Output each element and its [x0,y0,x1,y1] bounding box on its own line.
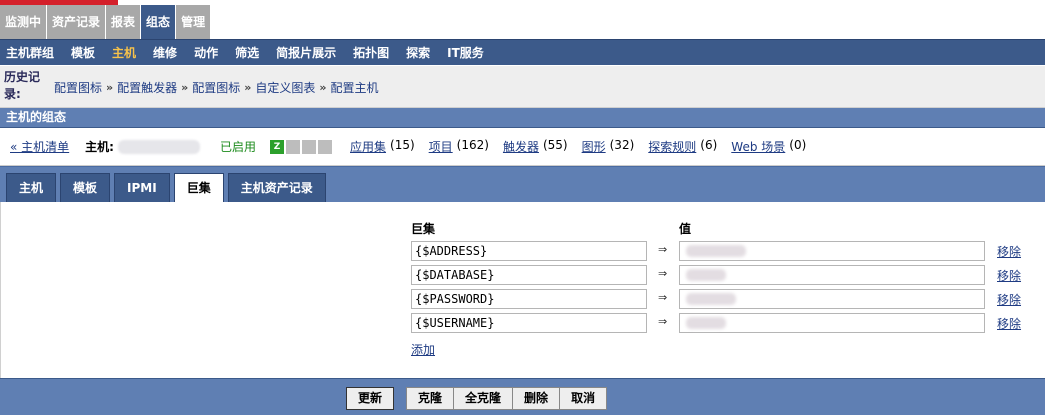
breadcrumb-separator: » [244,81,252,94]
top-menu-monitoring[interactable]: 监测中 [0,5,48,39]
host-list-link[interactable]: « 主机清单 [10,138,69,155]
breadcrumb: 配置图标 » 配置触发器 » 配置图标 » 自定义图表 » 配置主机 [54,79,379,96]
page-title: 主机的组态 [0,108,1045,128]
web-scenarios-link[interactable]: Web 场景 [731,138,785,155]
top-menu-inventory[interactable]: 资产记录 [47,5,107,39]
sub-menu-hosts[interactable]: 主机 [112,44,136,61]
graphs-link[interactable]: 图形 [582,138,606,155]
top-menu-administration[interactable]: 管理 [176,5,212,39]
form-footer: 更新 克隆 全克隆 删除 取消 [0,378,1045,415]
sub-menu: 主机群组 模板 主机 维修 动作 筛选 简报片展示 拓扑图 探索 IT服务 [0,39,1045,65]
macro-row: ⇒ 移除 [411,289,1036,309]
sub-menu-discovery[interactable]: 探索 [406,44,430,61]
macro-row: ⇒ 移除 [411,313,1036,333]
availability-indicators: Z [270,139,334,154]
triggers-count: (55) [542,138,568,152]
breadcrumb-separator: » [181,81,189,94]
host-info-bar: « 主机清单 主机: 已启用 Z 应用集 (15) 项目 (162) 触发器 (55)… [0,128,1045,166]
status-badge: 已启用 [219,140,256,154]
value-redacted [686,245,746,257]
discovery-rules-link[interactable]: 探索规则 [648,138,696,155]
macro-name-input[interactable] [411,265,647,285]
macro-value-input[interactable] [679,289,985,309]
sub-menu-templates[interactable]: 模板 [71,44,95,61]
update-button[interactable]: 更新 [346,387,395,410]
host-name-redacted [117,139,200,154]
clone-button[interactable]: 克隆 [406,387,454,410]
items-link[interactable]: 项目 [429,138,453,155]
breadcrumb-separator: » [319,81,327,94]
arrow-icon: ⇒ [658,315,668,328]
remove-macro-link[interactable]: 移除 [997,267,1021,284]
items-count: (162) [456,138,489,152]
sub-menu-maintenance[interactable]: 维修 [153,44,177,61]
sub-menu-host-groups[interactable]: 主机群组 [6,44,54,61]
remove-macro-link[interactable]: 移除 [997,315,1021,332]
jmx-icon [302,139,316,154]
macro-name-input[interactable] [411,313,647,333]
zabbix-agent-icon: Z [270,139,284,154]
macro-value-input[interactable] [679,265,985,285]
applications-count: (15) [390,138,415,152]
ipmi-icon [318,139,332,154]
tab-host-inventory[interactable]: 主机资产记录 [227,173,326,202]
breadcrumb-separator: » [106,81,114,94]
breadcrumb-item[interactable]: 配置触发器 [117,79,177,96]
add-macro-link[interactable]: 添加 [411,341,435,358]
breadcrumb-item[interactable]: 配置图标 [54,79,102,96]
applications-link[interactable]: 应用集 [350,138,386,155]
tab-ipmi[interactable]: IPMI [114,173,170,202]
triggers-link[interactable]: 触发器 [503,138,539,155]
arrow-icon: ⇒ [658,267,668,280]
graphs-link-group: 图形 (32) [582,138,635,155]
tab-templates[interactable]: 模板 [60,173,111,202]
cancel-button[interactable]: 取消 [559,387,608,410]
delete-button[interactable]: 删除 [512,387,560,410]
applications-link-group: 应用集 (15) [350,138,415,155]
macro-value-input[interactable] [679,313,985,333]
remove-macro-link[interactable]: 移除 [997,291,1021,308]
sub-menu-it-services[interactable]: IT服务 [447,44,484,61]
value-redacted [686,269,726,281]
breadcrumb-item[interactable]: 配置图标 [192,79,240,96]
top-menu-reports[interactable]: 报表 [106,5,142,39]
macro-name-input[interactable] [411,241,647,261]
arrow-icon: ⇒ [658,243,668,256]
history-bar: 历史记录: 配置图标 » 配置触发器 » 配置图标 » 自定义图表 » 配置主机 [0,66,1045,108]
macros-panel: 巨集 值 ⇒ 移除 ⇒ 移除 ⇒ 移除 ⇒ 移除 添加 [0,202,1045,378]
macro-name-input[interactable] [411,289,647,309]
web-scenarios-link-group: Web 场景 (0) [731,138,806,155]
tab-host[interactable]: 主机 [6,173,57,202]
snmp-icon [286,139,300,154]
remove-macro-link[interactable]: 移除 [997,243,1021,260]
history-label: 历史记录: [4,70,41,101]
macro-value-input[interactable] [679,241,985,261]
macro-row: ⇒ 移除 [411,241,1036,261]
top-menu-configuration[interactable]: 组态 [141,5,177,39]
sub-menu-slide-shows[interactable]: 简报片展示 [276,44,336,61]
macro-column-header: 巨集 [411,222,436,236]
sub-menu-maps[interactable]: 拓扑图 [353,44,389,61]
sub-menu-filters[interactable]: 筛选 [235,44,259,61]
breadcrumb-item[interactable]: 配置主机 [331,79,379,96]
value-redacted [686,317,726,329]
tab-macros[interactable]: 巨集 [173,173,224,203]
full-clone-button[interactable]: 全克隆 [453,387,513,410]
macro-row: ⇒ 移除 [411,265,1036,285]
host-label: 主机: [85,140,114,154]
value-column-header: 值 [679,222,692,236]
breadcrumb-item[interactable]: 自定义图表 [255,79,315,96]
discovery-rules-count: (6) [700,138,718,152]
top-menu: 监测中 资产记录 报表 组态 管理 [0,5,212,39]
discovery-rules-link-group: 探索规则 (6) [648,138,717,155]
tab-bar: 主机 模板 IPMI 巨集 主机资产记录 [0,166,1045,203]
arrow-icon: ⇒ [658,291,668,304]
items-link-group: 项目 (162) [429,138,489,155]
graphs-count: (32) [609,138,635,152]
web-scenarios-count: (0) [789,138,807,152]
sub-menu-actions[interactable]: 动作 [194,44,218,61]
value-redacted [686,293,736,305]
triggers-link-group: 触发器 (55) [503,138,568,155]
